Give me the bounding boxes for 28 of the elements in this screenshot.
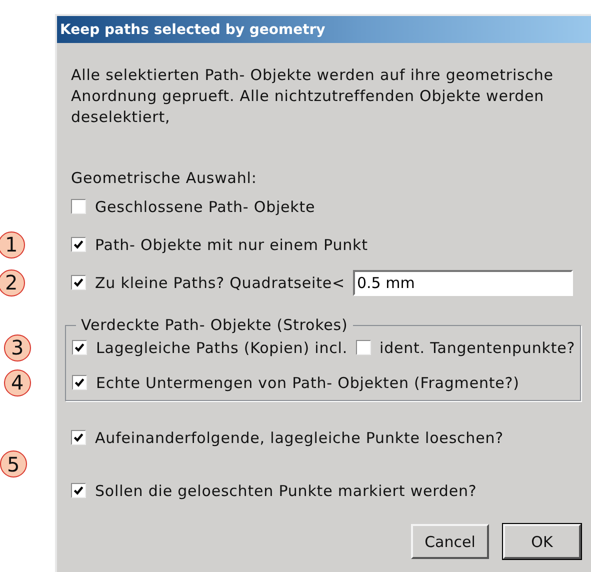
callout-number: 1 [0, 231, 25, 258]
section-label: Geometrische Auswahl: [70, 168, 258, 189]
callout-number: 4 [4, 369, 31, 396]
checkbox-label: Geschlossene Path- Objekte [95, 198, 316, 216]
checkbox[interactable] [356, 340, 370, 355]
checkbox-label: Aufeinanderfolgende, lagegleiche Punkte loeschen? [95, 428, 504, 446]
checkbox[interactable] [72, 340, 87, 355]
group-title: Verdeckte Path- Objekte (Strokes) [80, 316, 349, 334]
checkbox-label: Echte Untermengen von Path- Objekten (Fragmente?) [96, 374, 520, 392]
dialog-button[interactable]: OK [503, 524, 581, 559]
checkbox[interactable] [71, 430, 86, 445]
checkbox[interactable] [71, 199, 86, 214]
dialog-button[interactable]: Cancel [411, 524, 489, 559]
description-text: Alle selektierten Path- Objekte werden auf ihre geometrische Anordnung geprueft. Alle nichtzutreffenden Objekte werden deselektiert, [70, 65, 554, 128]
checkbox-label: Sollen die geloeschten Punkte markiert werden? [95, 482, 477, 500]
checkbox[interactable] [71, 483, 86, 498]
callout-number: 3 [4, 334, 31, 361]
checkbox[interactable] [72, 375, 87, 390]
checkbox-label: Zu kleine Paths? Quadratseite< [95, 274, 345, 292]
checkbox-label: Path- Objekte mit nur einem Punkt [95, 236, 368, 254]
checkbox-label: ident. Tangentenpunkte? [380, 338, 576, 356]
checkbox-label: Lagegleiche Paths (Kopien) incl. [96, 338, 348, 356]
window-title: Keep paths selected by geometry [60, 22, 326, 38]
input-field[interactable]: 0.5 mm [352, 270, 573, 296]
checkbox[interactable] [71, 275, 86, 290]
checkbox[interactable] [71, 237, 86, 252]
callout-number: 5 [0, 450, 27, 478]
callout-number: 2 [0, 269, 25, 296]
